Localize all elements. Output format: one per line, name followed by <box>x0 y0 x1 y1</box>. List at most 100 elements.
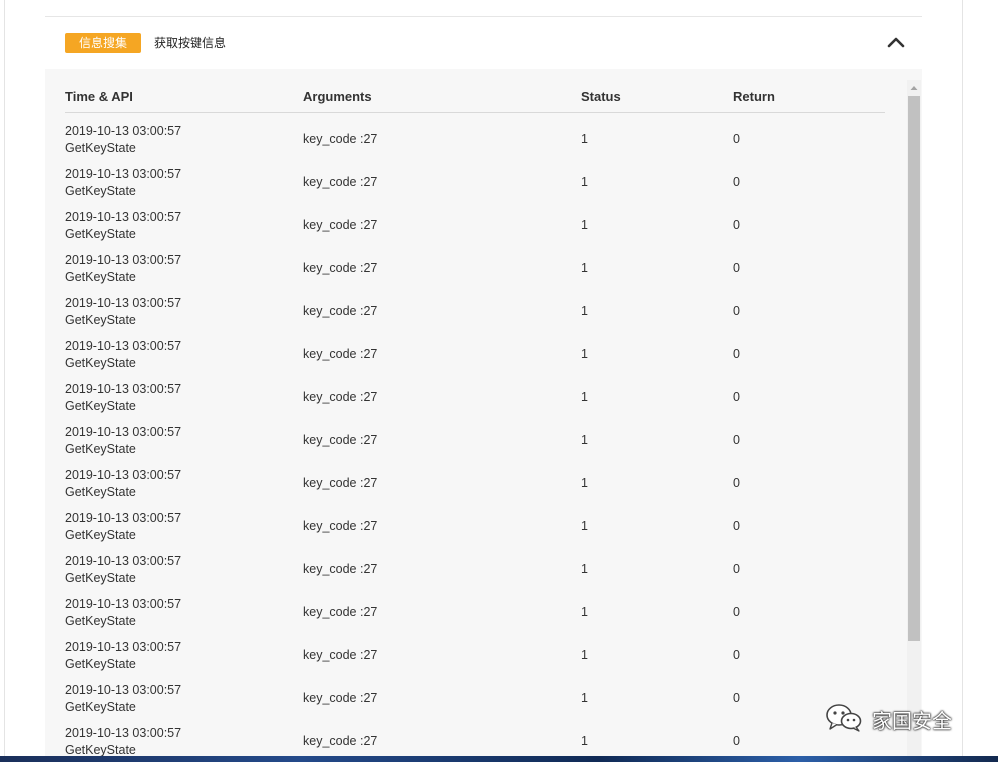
header-arguments: Arguments <box>303 89 372 104</box>
status-cell: 1 <box>581 734 588 748</box>
return-cell: 0 <box>733 476 740 490</box>
api-name: GetKeyState <box>65 399 136 413</box>
api-name: GetKeyState <box>65 227 136 241</box>
watermark-text: 家国安全 <box>872 708 952 733</box>
return-cell: 0 <box>733 519 740 533</box>
timestamp: 2019-10-13 03:00:57 <box>65 468 182 482</box>
return-cell: 0 <box>733 261 740 275</box>
time-api-cell: 2019-10-13 03:00:57 GetKeyState <box>65 338 181 372</box>
arguments-cell: key_code :27 <box>303 261 378 275</box>
time-api-cell: 2019-10-13 03:00:57 GetKeyState <box>65 381 181 415</box>
return-cell: 0 <box>733 347 740 361</box>
time-api-cell: 2019-10-13 03:00:57 GetKeyState <box>65 424 181 458</box>
header-return: Return <box>733 89 775 104</box>
timestamp: 2019-10-13 03:00:57 <box>65 382 182 396</box>
timestamp: 2019-10-13 03:00:57 <box>65 683 182 697</box>
status-cell: 1 <box>581 261 588 275</box>
status-cell: 1 <box>581 433 588 447</box>
return-cell: 0 <box>733 433 740 447</box>
api-name: GetKeyState <box>65 270 136 284</box>
arguments-cell: key_code :27 <box>303 132 378 146</box>
time-api-cell: 2019-10-13 03:00:57 GetKeyState <box>65 252 181 286</box>
status-cell: 1 <box>581 562 588 576</box>
time-api-cell: 2019-10-13 03:00:57 GetKeyState <box>65 166 181 200</box>
time-api-cell: 2019-10-13 03:00:57 GetKeyState <box>65 639 181 673</box>
timestamp: 2019-10-13 03:00:57 <box>65 253 182 267</box>
timestamp: 2019-10-13 03:00:57 <box>65 124 182 138</box>
status-cell: 1 <box>581 648 588 662</box>
arguments-cell: key_code :27 <box>303 562 378 576</box>
status-cell: 1 <box>581 605 588 619</box>
api-name: GetKeyState <box>65 184 136 198</box>
timestamp: 2019-10-13 03:00:57 <box>65 167 182 181</box>
time-api-cell: 2019-10-13 03:00:57 GetKeyState <box>65 510 181 544</box>
table-row: 2019-10-13 03:00:57 GetKeyState key_code :… <box>65 681 885 724</box>
arguments-cell: key_code :27 <box>303 218 378 232</box>
return-cell: 0 <box>733 304 740 318</box>
status-cell: 1 <box>581 304 588 318</box>
table-row: 2019-10-13 03:00:57 GetKeyState key_code :… <box>65 208 885 251</box>
time-api-cell: 2019-10-13 03:00:57 GetKeyState <box>65 596 181 630</box>
timestamp: 2019-10-13 03:00:57 <box>65 425 182 439</box>
status-cell: 1 <box>581 132 588 146</box>
timestamp: 2019-10-13 03:00:57 <box>65 554 182 568</box>
header-status: Status <box>581 89 621 104</box>
time-api-cell: 2019-10-13 03:00:57 GetKeyState <box>65 682 181 716</box>
timestamp: 2019-10-13 03:00:57 <box>65 597 182 611</box>
api-name: GetKeyState <box>65 657 136 671</box>
return-cell: 0 <box>733 132 740 146</box>
time-api-cell: 2019-10-13 03:00:57 GetKeyState <box>65 295 181 329</box>
timestamp: 2019-10-13 03:00:57 <box>65 339 182 353</box>
status-cell: 1 <box>581 175 588 189</box>
vertical-scrollbar[interactable] <box>907 80 921 762</box>
table-row: 2019-10-13 03:00:57 GetKeyState key_code :… <box>65 552 885 595</box>
header-time-api: Time & API <box>65 89 133 104</box>
arguments-cell: key_code :27 <box>303 691 378 705</box>
table-row: 2019-10-13 03:00:57 GetKeyState key_code :… <box>65 638 885 681</box>
bottom-banner-strip <box>0 756 998 762</box>
table-body: 2019-10-13 03:00:57 GetKeyState key_code :… <box>65 122 885 762</box>
arguments-cell: key_code :27 <box>303 433 378 447</box>
arguments-cell: key_code :27 <box>303 605 378 619</box>
watermark: 家国安全 <box>824 703 952 735</box>
arguments-cell: key_code :27 <box>303 304 378 318</box>
category-tag: 信息搜集 <box>65 33 142 53</box>
return-cell: 0 <box>733 218 740 232</box>
section-header[interactable]: 信息搜集 获取按键信息 <box>45 17 922 69</box>
timestamp: 2019-10-13 03:00:57 <box>65 640 182 654</box>
wechat-icon <box>824 702 864 736</box>
chevron-up-icon[interactable] <box>885 31 907 53</box>
arguments-cell: key_code :27 <box>303 390 378 404</box>
arguments-cell: key_code :27 <box>303 347 378 361</box>
api-name: GetKeyState <box>65 571 136 585</box>
table-row: 2019-10-13 03:00:57 GetKeyState key_code :… <box>65 337 885 380</box>
table-row: 2019-10-13 03:00:57 GetKeyState key_code :… <box>65 294 885 337</box>
arguments-cell: key_code :27 <box>303 519 378 533</box>
return-cell: 0 <box>733 175 740 189</box>
table-row: 2019-10-13 03:00:57 GetKeyState key_code :… <box>65 380 885 423</box>
return-cell: 0 <box>733 562 740 576</box>
return-cell: 0 <box>733 734 740 748</box>
table-row: 2019-10-13 03:00:57 GetKeyState key_code :… <box>65 509 885 552</box>
return-cell: 0 <box>733 605 740 619</box>
table-row: 2019-10-13 03:00:57 GetKeyState key_code :… <box>65 165 885 208</box>
right-border <box>962 0 963 762</box>
page: 信息搜集 获取按键信息 Time & API Arguments Status … <box>0 0 998 762</box>
api-name: GetKeyState <box>65 700 136 714</box>
timestamp: 2019-10-13 03:00:57 <box>65 726 182 740</box>
table-row: 2019-10-13 03:00:57 GetKeyState key_code :… <box>65 423 885 466</box>
api-name: GetKeyState <box>65 313 136 327</box>
api-name: GetKeyState <box>65 485 136 499</box>
table-row: 2019-10-13 03:00:57 GetKeyState key_code :… <box>65 595 885 638</box>
scroll-up-arrow-icon[interactable] <box>907 80 921 96</box>
api-name: GetKeyState <box>65 614 136 628</box>
scrollbar-thumb[interactable] <box>908 96 920 641</box>
status-cell: 1 <box>581 691 588 705</box>
return-cell: 0 <box>733 648 740 662</box>
api-name: GetKeyState <box>65 442 136 456</box>
arguments-cell: key_code :27 <box>303 648 378 662</box>
api-name: GetKeyState <box>65 141 136 155</box>
timestamp: 2019-10-13 03:00:57 <box>65 296 182 310</box>
api-name: GetKeyState <box>65 528 136 542</box>
status-cell: 1 <box>581 519 588 533</box>
